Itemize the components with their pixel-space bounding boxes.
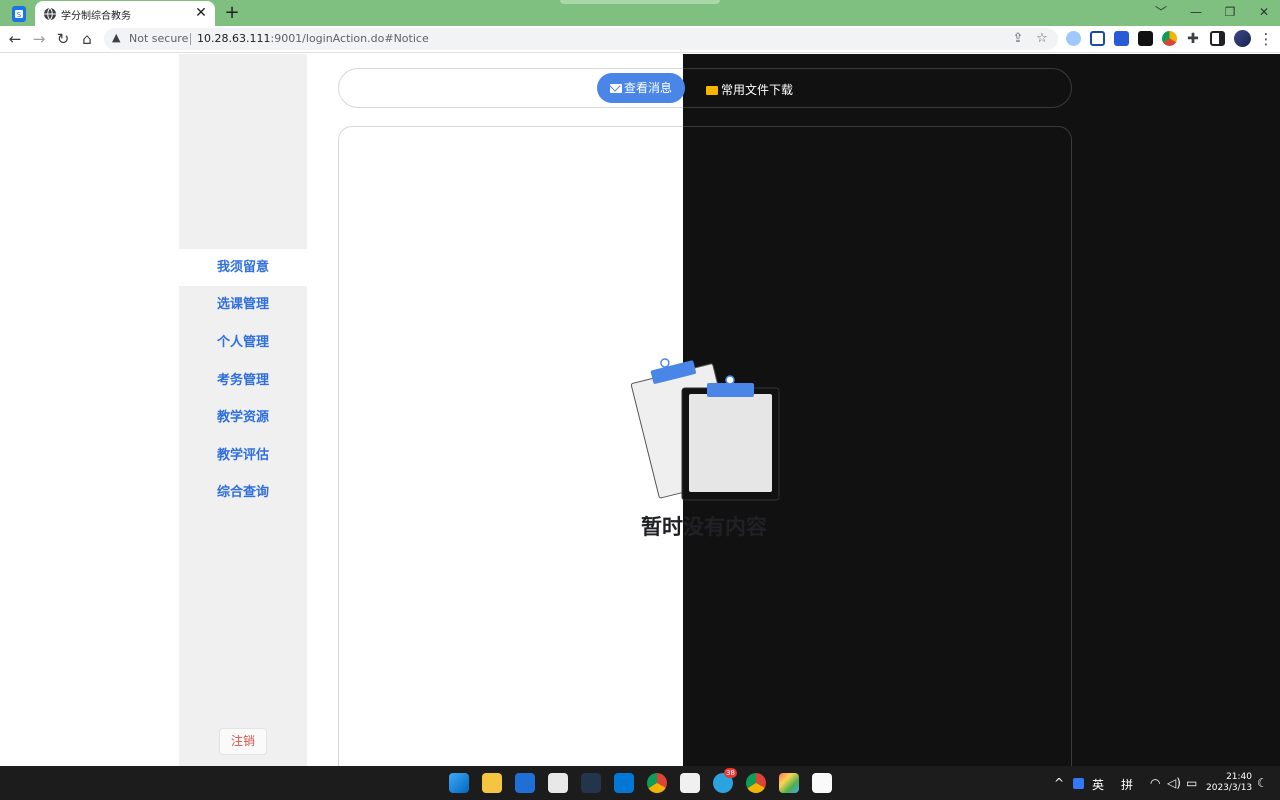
back-arrow-icon[interactable]: ← <box>6 30 24 48</box>
sidebar-item-evaluation[interactable]: 教学评估 <box>179 437 307 474</box>
tab-search-icon[interactable]: ﹀ <box>1149 4 1173 20</box>
browser-toolbar: ← → ↻ ⌂ ▲ Not secure 10.28.63.111:9001/l… <box>0 26 1280 53</box>
vscode-icon[interactable] <box>614 773 634 793</box>
sidebar-item-exams[interactable]: 考务管理 <box>179 362 307 399</box>
view-messages-button[interactable]: 查看消息 <box>597 73 685 103</box>
extension-m-icon[interactable] <box>1138 31 1153 46</box>
browser-tab[interactable]: 学分制综合教务 ✕ <box>35 1 215 27</box>
svg-text:S: S <box>17 11 22 19</box>
address-separator <box>190 33 191 45</box>
logout-button[interactable]: 注销 <box>219 728 267 755</box>
wifi-icon[interactable]: ◠ <box>1150 776 1160 790</box>
extension-blue-icon[interactable] <box>1114 31 1129 46</box>
tab-title: 学分制综合教务 <box>61 11 131 22</box>
close-window-button[interactable]: ✕ <box>1252 4 1276 20</box>
extension-circle-icon[interactable] <box>1066 31 1081 46</box>
home-icon[interactable]: ⌂ <box>78 30 96 48</box>
url-text[interactable]: 10.28.63.111:9001/loginAction.do#Notice <box>197 32 429 45</box>
extensions-puzzle-icon[interactable]: ✚ <box>1184 30 1202 48</box>
windows-start-icon[interactable] <box>449 773 469 793</box>
clock-time: 21:40 <box>1226 772 1252 782</box>
extension-color-icon[interactable] <box>1162 31 1177 46</box>
mail-icon <box>609 84 622 93</box>
tray-app-icon[interactable] <box>1073 778 1084 789</box>
sidebar: 我须留意 选课管理 个人管理 考务管理 教学资源 教学评估 综合查询 注销 <box>179 54 307 766</box>
sidebar-item-notice[interactable]: 我须留意 <box>179 249 307 286</box>
colorful-app-icon[interactable] <box>779 773 799 793</box>
empty-state-text: 暂时没有内容 <box>641 515 767 539</box>
chrome-secondary-icon[interactable] <box>746 773 766 793</box>
folder-icon <box>706 86 718 95</box>
minimize-button[interactable]: — <box>1184 4 1208 20</box>
side-panel-icon[interactable] <box>1210 31 1225 46</box>
forward-arrow-icon[interactable]: → <box>30 30 48 48</box>
warning-icon[interactable]: ▲ <box>112 31 120 44</box>
telegram-icon[interactable]: 38 <box>713 768 737 793</box>
todo-check-icon[interactable] <box>515 773 535 793</box>
share-icon[interactable]: ⇪ <box>1010 31 1026 47</box>
notification-badge: 38 <box>724 768 737 778</box>
profile-avatar[interactable] <box>1234 30 1251 47</box>
file-explorer-icon[interactable] <box>482 773 502 793</box>
system-clock[interactable]: 21:40 2023/3/13 <box>1206 772 1252 794</box>
document-app-icon[interactable] <box>812 773 832 793</box>
address-bar[interactable]: ▲ Not secure 10.28.63.111:9001/loginActi… <box>104 28 1058 50</box>
ime-language-indicator[interactable]: 英 <box>1092 776 1104 793</box>
ime-mode-indicator[interactable]: 拼 <box>1121 776 1133 793</box>
reload-icon[interactable]: ↻ <box>54 30 72 48</box>
chrome-icon[interactable] <box>647 773 667 793</box>
taskbar: 38 ^ 英 拼 ◠ ◁) ▭ 21:40 2023/3/13 ☾ <box>0 766 1280 800</box>
title-bar-shade <box>560 0 720 4</box>
sidebar-item-course-selection[interactable]: 选课管理 <box>179 286 307 323</box>
power-app-icon[interactable] <box>680 773 700 793</box>
new-tab-button[interactable]: + <box>222 3 242 23</box>
tab-close-icon[interactable]: ✕ <box>193 5 209 21</box>
volume-icon[interactable]: ◁) <box>1167 776 1181 790</box>
dark-app-icon[interactable] <box>581 773 601 793</box>
empty-clipboard-icon <box>630 358 780 501</box>
sidebar-item-resources[interactable]: 教学资源 <box>179 399 307 436</box>
app-shortcut-icon[interactable]: S <box>10 5 28 23</box>
sidebar-item-query[interactable]: 综合查询 <box>179 474 307 511</box>
sidebar-item-personal[interactable]: 个人管理 <box>179 324 307 361</box>
extension-window-icon[interactable] <box>1090 31 1105 46</box>
tray-overflow-chevron[interactable]: ^ <box>1054 776 1064 790</box>
url-host: 10.28.63.111 <box>197 32 271 45</box>
notifications-icon[interactable]: ☾ <box>1257 776 1268 790</box>
browser-title-bar: S 学分制综合教务 ✕ + ﹀ — ❐ ✕ <box>0 0 1280 27</box>
menu-kebab-icon[interactable]: ⋮ <box>1257 30 1275 48</box>
globe-icon <box>44 7 56 21</box>
maximize-button[interactable]: ❐ <box>1218 4 1242 20</box>
page-viewport: 我须留意 选课管理 个人管理 考务管理 教学资源 教学评估 综合查询 注销 查看… <box>0 54 1280 766</box>
clock-date: 2023/3/13 <box>1206 783 1253 793</box>
security-label[interactable]: Not secure <box>129 32 188 45</box>
bookmark-star-icon[interactable]: ☆ <box>1034 31 1050 47</box>
battery-icon[interactable]: ▭ <box>1186 776 1197 790</box>
file-downloads-label: 常用文件下载 <box>721 83 794 97</box>
cube-app-icon[interactable] <box>548 773 568 793</box>
url-path: :9001/loginAction.do#Notice <box>270 32 429 45</box>
file-downloads-link[interactable]: 常用文件下载 <box>706 81 793 98</box>
view-messages-label: 查看消息 <box>623 81 672 95</box>
